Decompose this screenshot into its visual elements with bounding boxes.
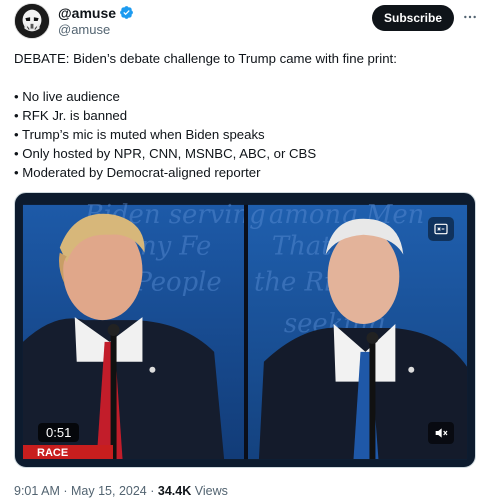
- tweet-headline: DEBATE: Biden’s debate challenge to Trum…: [14, 51, 397, 66]
- tweet-text: DEBATE: Biden’s debate challenge to Trum…: [14, 49, 480, 182]
- display-name[interactable]: @amuse: [58, 5, 116, 21]
- stormtrooper-avatar-icon: [15, 4, 49, 38]
- captions-icon[interactable]: [428, 217, 454, 241]
- bullet-item: • Moderated by Democrat-aligned reporter: [14, 165, 261, 180]
- tweet-card: @amuse @amuse Subscribe DEBATE: Biden’s …: [0, 0, 491, 500]
- tweet-header: @amuse @amuse Subscribe: [14, 3, 480, 43]
- bullet-item: • No live audience: [14, 89, 120, 104]
- tweet-time[interactable]: 9:01 AM: [14, 484, 60, 498]
- meta-separator: ·: [150, 484, 155, 498]
- avatar[interactable]: [14, 3, 50, 39]
- author-handle[interactable]: @amuse: [58, 22, 134, 37]
- views-count[interactable]: 34.4K: [158, 484, 191, 498]
- video-frame: Biden serving any Fe People among Men Th…: [22, 200, 468, 460]
- meta-separator: ·: [63, 484, 68, 498]
- subscribe-button[interactable]: Subscribe: [372, 5, 454, 31]
- svg-text:People: People: [133, 267, 221, 297]
- bullet-item: • Only hosted by NPR, CNN, MSNBC, ABC, o…: [14, 146, 317, 161]
- speaker-muted-icon[interactable]: [428, 422, 454, 444]
- live-banner: RACE: [23, 445, 113, 459]
- more-dots-icon[interactable]: [460, 7, 480, 27]
- bullet-item: • Trump’s mic is muted when Biden speaks: [14, 127, 265, 142]
- display-name-row: @amuse: [58, 4, 134, 21]
- bullet-list: • No live audience • RFK Jr. is banned •…: [14, 87, 480, 182]
- video-player[interactable]: Biden serving any Fe People among Men Th…: [14, 192, 476, 468]
- bullet-item: • RFK Jr. is banned: [14, 108, 128, 123]
- views-label: Views: [194, 484, 228, 498]
- author-names: @amuse @amuse: [58, 4, 134, 37]
- tweet-meta: 9:01 AM · May 15, 2024 · 34.4K Views: [14, 484, 228, 498]
- video-time-badge: 0:51: [38, 423, 80, 442]
- verified-badge-icon[interactable]: [119, 5, 134, 20]
- tweet-date[interactable]: May 15, 2024: [71, 484, 147, 498]
- svg-text:That: That: [272, 232, 332, 262]
